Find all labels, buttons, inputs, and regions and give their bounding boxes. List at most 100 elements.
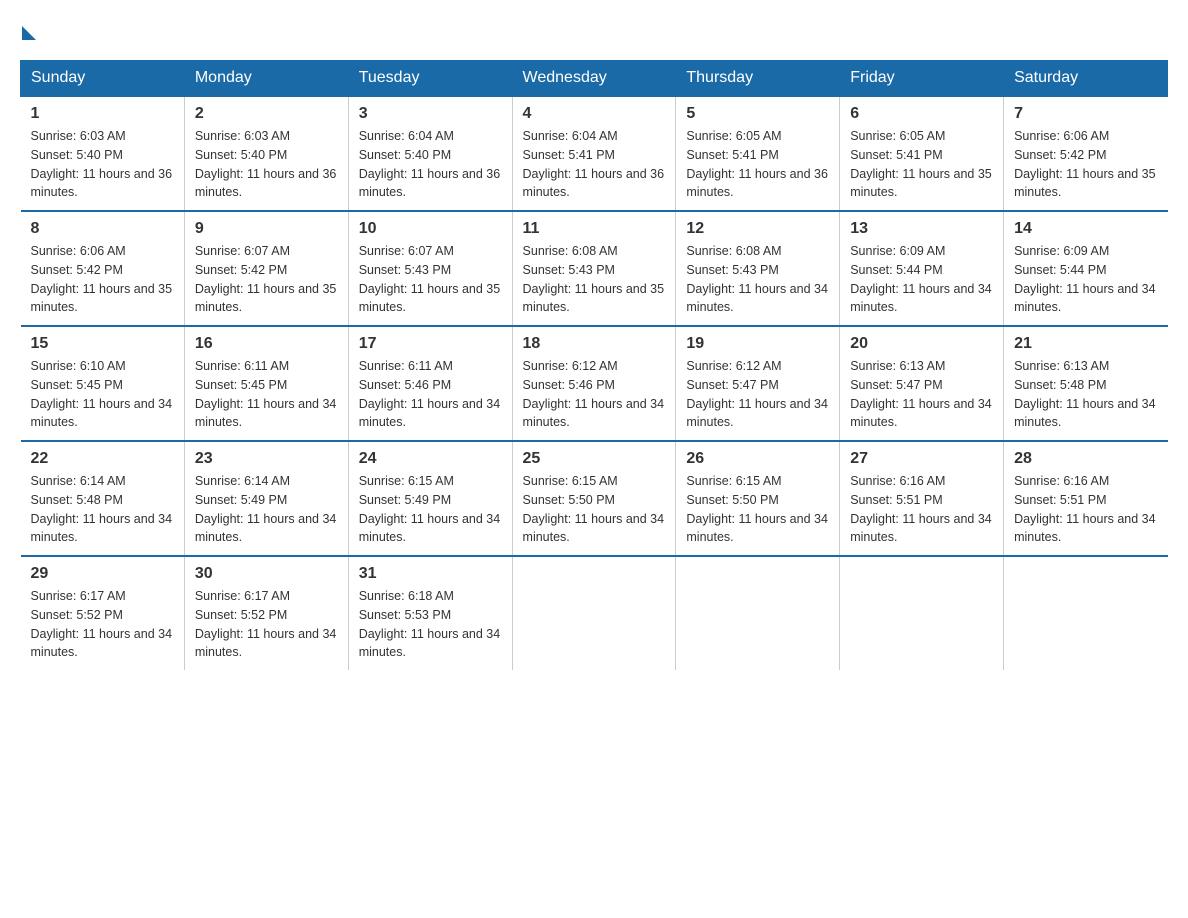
day-number: 6 [850,105,993,123]
weekday-header-wednesday: Wednesday [512,61,676,97]
calendar-cell: 9Sunrise: 6:07 AMSunset: 5:42 PMDaylight… [184,211,348,326]
calendar-cell: 28 Sunrise: 6:16 AMSunset: 5:51 PMDayligh… [1004,441,1168,556]
day-number: 25 [523,450,666,468]
day-info: Sunrise: 6:04 AMSunset: 5:40 PMDaylight:… [359,127,502,202]
day-number: 28 [1014,450,1157,468]
day-info: Sunrise: 6:14 AMSunset: 5:48 PMDaylight:… [31,472,174,547]
day-number: 14 [1014,220,1157,238]
weekday-header-tuesday: Tuesday [348,61,512,97]
day-number: 29 [31,565,174,583]
calendar-cell: 20 Sunrise: 6:13 AMSunset: 5:47 PMDayligh… [840,326,1004,441]
day-info: Sunrise: 6:16 AMSunset: 5:51 PMDaylight:… [1014,472,1157,547]
calendar-week-row: 22 Sunrise: 6:14 AMSunset: 5:48 PMDayligh… [21,441,1168,556]
day-number: 17 [359,335,502,353]
weekday-header-saturday: Saturday [1004,61,1168,97]
logo [20,20,36,40]
day-info: Sunrise: 6:08 AMSunset: 5:43 PMDaylight:… [686,242,829,317]
calendar-cell: 12Sunrise: 6:08 AMSunset: 5:43 PMDayligh… [676,211,840,326]
calendar-cell: 21Sunrise: 6:13 AMSunset: 5:48 PMDayligh… [1004,326,1168,441]
weekday-header-row: SundayMondayTuesdayWednesdayThursdayFrid… [21,61,1168,97]
weekday-header-sunday: Sunday [21,61,185,97]
day-number: 19 [686,335,829,353]
calendar-cell: 23Sunrise: 6:14 AMSunset: 5:49 PMDayligh… [184,441,348,556]
day-info: Sunrise: 6:13 AMSunset: 5:48 PMDaylight:… [1014,357,1157,432]
day-number: 27 [850,450,993,468]
calendar-cell: 29 Sunrise: 6:17 AMSunset: 5:52 PMDayligh… [21,556,185,670]
calendar-cell: 22 Sunrise: 6:14 AMSunset: 5:48 PMDayligh… [21,441,185,556]
day-info: Sunrise: 6:09 AMSunset: 5:44 PMDaylight:… [850,242,993,317]
calendar-cell: 4Sunrise: 6:04 AMSunset: 5:41 PMDaylight… [512,96,676,211]
day-number: 20 [850,335,993,353]
day-info: Sunrise: 6:18 AMSunset: 5:53 PMDaylight:… [359,587,502,662]
day-number: 11 [523,220,666,238]
calendar-cell: 1Sunrise: 6:03 AMSunset: 5:40 PMDaylight… [21,96,185,211]
calendar-cell: 19 Sunrise: 6:12 AMSunset: 5:47 PMDayligh… [676,326,840,441]
day-info: Sunrise: 6:03 AMSunset: 5:40 PMDaylight:… [195,127,338,202]
calendar-cell [676,556,840,670]
day-number: 26 [686,450,829,468]
day-info: Sunrise: 6:07 AMSunset: 5:43 PMDaylight:… [359,242,502,317]
day-info: Sunrise: 6:04 AMSunset: 5:41 PMDaylight:… [523,127,666,202]
day-info: Sunrise: 6:08 AMSunset: 5:43 PMDaylight:… [523,242,666,317]
calendar-cell: 25 Sunrise: 6:15 AMSunset: 5:50 PMDayligh… [512,441,676,556]
day-info: Sunrise: 6:17 AMSunset: 5:52 PMDaylight:… [31,587,174,662]
day-number: 24 [359,450,502,468]
calendar-table: SundayMondayTuesdayWednesdayThursdayFrid… [20,60,1168,670]
day-info: Sunrise: 6:17 AMSunset: 5:52 PMDaylight:… [195,587,338,662]
calendar-cell: 8Sunrise: 6:06 AMSunset: 5:42 PMDaylight… [21,211,185,326]
day-info: Sunrise: 6:15 AMSunset: 5:50 PMDaylight:… [523,472,666,547]
day-info: Sunrise: 6:11 AMSunset: 5:46 PMDaylight:… [359,357,502,432]
calendar-cell: 27Sunrise: 6:16 AMSunset: 5:51 PMDayligh… [840,441,1004,556]
day-info: Sunrise: 6:07 AMSunset: 5:42 PMDaylight:… [195,242,338,317]
calendar-cell [840,556,1004,670]
calendar-cell: 30 Sunrise: 6:17 AMSunset: 5:52 PMDayligh… [184,556,348,670]
calendar-cell: 7 Sunrise: 6:06 AMSunset: 5:42 PMDaylight… [1004,96,1168,211]
calendar-cell: 2 Sunrise: 6:03 AMSunset: 5:40 PMDaylight… [184,96,348,211]
weekday-header-monday: Monday [184,61,348,97]
day-number: 8 [31,220,174,238]
day-info: Sunrise: 6:14 AMSunset: 5:49 PMDaylight:… [195,472,338,547]
calendar-cell: 10Sunrise: 6:07 AMSunset: 5:43 PMDayligh… [348,211,512,326]
day-info: Sunrise: 6:06 AMSunset: 5:42 PMDaylight:… [1014,127,1157,202]
calendar-cell: 26 Sunrise: 6:15 AMSunset: 5:50 PMDayligh… [676,441,840,556]
calendar-cell: 14 Sunrise: 6:09 AMSunset: 5:44 PMDayligh… [1004,211,1168,326]
weekday-header-friday: Friday [840,61,1004,97]
calendar-cell: 15 Sunrise: 6:10 AMSunset: 5:45 PMDayligh… [21,326,185,441]
calendar-cell [1004,556,1168,670]
calendar-cell: 18 Sunrise: 6:12 AMSunset: 5:46 PMDayligh… [512,326,676,441]
day-number: 16 [195,335,338,353]
calendar-cell: 13 Sunrise: 6:09 AMSunset: 5:44 PMDayligh… [840,211,1004,326]
page-header [20,20,1168,40]
day-info: Sunrise: 6:10 AMSunset: 5:45 PMDaylight:… [31,357,174,432]
calendar-cell: 5 Sunrise: 6:05 AMSunset: 5:41 PMDaylight… [676,96,840,211]
day-number: 5 [686,105,829,123]
calendar-cell: 3Sunrise: 6:04 AMSunset: 5:40 PMDaylight… [348,96,512,211]
day-number: 22 [31,450,174,468]
calendar-cell: 31 Sunrise: 6:18 AMSunset: 5:53 PMDayligh… [348,556,512,670]
day-info: Sunrise: 6:12 AMSunset: 5:47 PMDaylight:… [686,357,829,432]
day-number: 13 [850,220,993,238]
calendar-week-row: 8Sunrise: 6:06 AMSunset: 5:42 PMDaylight… [21,211,1168,326]
day-number: 30 [195,565,338,583]
day-info: Sunrise: 6:12 AMSunset: 5:46 PMDaylight:… [523,357,666,432]
day-number: 2 [195,105,338,123]
day-number: 31 [359,565,502,583]
weekday-header-thursday: Thursday [676,61,840,97]
day-info: Sunrise: 6:11 AMSunset: 5:45 PMDaylight:… [195,357,338,432]
calendar-week-row: 1Sunrise: 6:03 AMSunset: 5:40 PMDaylight… [21,96,1168,211]
day-info: Sunrise: 6:13 AMSunset: 5:47 PMDaylight:… [850,357,993,432]
calendar-cell [512,556,676,670]
day-info: Sunrise: 6:15 AMSunset: 5:50 PMDaylight:… [686,472,829,547]
day-number: 7 [1014,105,1157,123]
calendar-cell: 17 Sunrise: 6:11 AMSunset: 5:46 PMDayligh… [348,326,512,441]
calendar-week-row: 15 Sunrise: 6:10 AMSunset: 5:45 PMDayligh… [21,326,1168,441]
day-info: Sunrise: 6:15 AMSunset: 5:49 PMDaylight:… [359,472,502,547]
day-info: Sunrise: 6:03 AMSunset: 5:40 PMDaylight:… [31,127,174,202]
day-number: 18 [523,335,666,353]
calendar-week-row: 29 Sunrise: 6:17 AMSunset: 5:52 PMDayligh… [21,556,1168,670]
day-info: Sunrise: 6:05 AMSunset: 5:41 PMDaylight:… [686,127,829,202]
day-number: 15 [31,335,174,353]
calendar-cell: 11 Sunrise: 6:08 AMSunset: 5:43 PMDayligh… [512,211,676,326]
day-info: Sunrise: 6:05 AMSunset: 5:41 PMDaylight:… [850,127,993,202]
day-info: Sunrise: 6:09 AMSunset: 5:44 PMDaylight:… [1014,242,1157,317]
